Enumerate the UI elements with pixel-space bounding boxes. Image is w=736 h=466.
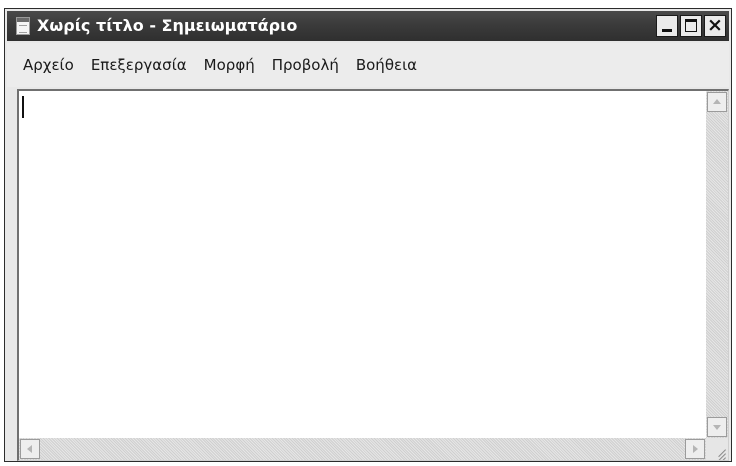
scroll-down-button[interactable]: [707, 417, 727, 437]
horizontal-scrollbar[interactable]: [19, 438, 706, 460]
resize-grip-icon[interactable]: [706, 438, 728, 460]
close-icon: ×: [707, 14, 723, 36]
notepad-icon[interactable]: [16, 17, 30, 35]
menu-help[interactable]: Βοήθεια: [356, 56, 417, 74]
scroll-up-button[interactable]: [707, 92, 727, 112]
menu-file[interactable]: Αρχείο: [23, 56, 74, 74]
menu-bar: Αρχείο Επεξεργασία Μορφή Προβολή Βοήθεια: [7, 43, 729, 87]
scroll-right-button[interactable]: [685, 439, 705, 459]
window-controls: ×: [656, 15, 726, 37]
text-editing-area[interactable]: [19, 91, 706, 438]
minimize-icon: [662, 29, 672, 32]
title-bar[interactable]: Χωρίς τίτλο - Σημειωματάριο ×: [7, 11, 729, 41]
vertical-scrollbar[interactable]: [706, 91, 728, 438]
scroll-left-button[interactable]: [20, 439, 40, 459]
editor-frame: [17, 89, 729, 461]
arrow-up-icon: [713, 99, 721, 104]
window-title: Χωρίς τίτλο - Σημειωματάριο: [37, 16, 298, 35]
close-button[interactable]: ×: [704, 15, 726, 37]
arrow-left-icon: [27, 445, 32, 453]
menu-view[interactable]: Προβολή: [272, 56, 339, 74]
arrow-down-icon: [713, 425, 721, 430]
maximize-icon: [685, 19, 697, 32]
menu-format[interactable]: Μορφή: [204, 56, 255, 74]
arrow-right-icon: [693, 445, 698, 453]
menu-edit[interactable]: Επεξεργασία: [91, 56, 187, 74]
text-caret: [22, 96, 24, 118]
minimize-button[interactable]: [656, 15, 678, 37]
maximize-button[interactable]: [680, 15, 702, 37]
notepad-window: Χωρίς τίτλο - Σημειωματάριο × Αρχείο Επε…: [4, 8, 732, 462]
